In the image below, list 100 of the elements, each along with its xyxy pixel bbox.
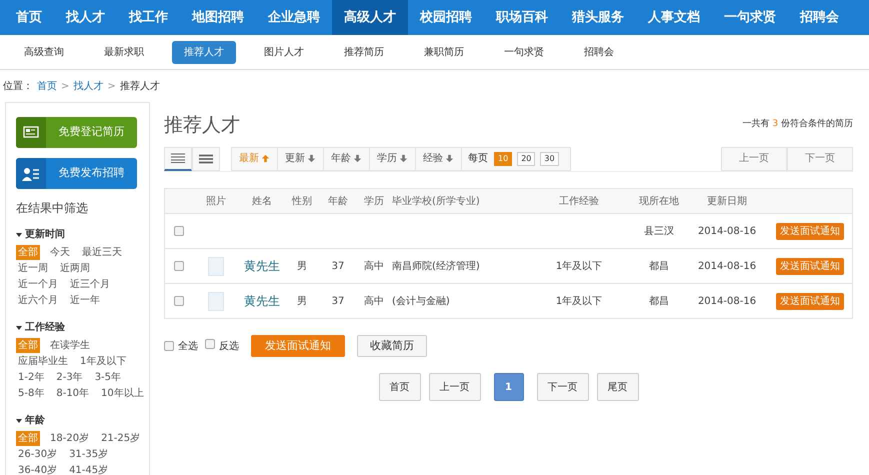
filter-option[interactable]: 18-20岁 [48,430,92,446]
filter-option[interactable]: 8-10年 [54,386,92,400]
filter-group-title: 更新时间 [25,227,65,242]
nav-tab[interactable]: 校园招聘 [408,0,484,35]
nav-tab[interactable]: 找工作 [117,0,180,35]
breadcrumb-separator: > [107,80,116,94]
filter-option[interactable]: 5-8年 [16,386,46,400]
table-cell-text: (会计与金融) [392,294,451,308]
sub-nav-tab[interactable]: 图片人才 [252,40,316,64]
column-header: 现所在地 [638,194,680,208]
table-cell-text: 都昌 [648,260,670,274]
checkbox[interactable] [174,226,184,236]
table-cell-text: 男 [296,294,308,308]
pagination-button[interactable]: 下一页 [536,373,588,401]
filter-option[interactable]: 应届毕业生 [16,354,70,368]
per-page-label: 每页 [467,152,489,166]
result-count: 一共有 3 份符合条件的简历 [742,118,853,132]
column-header: 年龄 [327,194,349,208]
filter-option[interactable]: 近三个月 [68,276,112,292]
filter-option[interactable]: 1年及以下 [78,354,128,368]
view-toggle-button[interactable] [192,146,220,170]
filter-option[interactable]: 41-45岁 [67,462,110,475]
post-job-button[interactable]: 免费发布招聘 [16,158,137,189]
document-icon [23,126,39,140]
nav-tab[interactable]: 高级人才 [332,0,408,35]
checkbox[interactable] [174,261,184,271]
down-arrow-icon [353,154,362,163]
filter-option[interactable]: 近两周 [58,260,92,276]
down-arrow-icon [399,154,408,163]
table-cell-text: 37 [330,260,346,274]
filter-option[interactable]: 26-30岁 [16,446,60,462]
candidate-name-link[interactable]: 黄先生 [244,259,280,273]
list-icon [171,153,185,163]
table-cell-text: 2014-08-16 [696,224,758,238]
table-cell-text: 1年及以下 [554,260,604,274]
sort-button[interactable]: 更新 [278,148,324,170]
page-size-option[interactable]: 20 [517,152,536,166]
column-header: 更新日期 [706,194,748,208]
sub-nav-tab[interactable]: 兼职简历 [412,40,476,64]
filter-option[interactable]: 近一个月 [16,276,60,292]
filter-option[interactable]: 在读学生 [48,338,92,352]
filter-option[interactable]: 2-3年 [54,370,85,384]
view-toggle-button[interactable] [164,146,192,170]
filter-option[interactable]: 3-5年 [92,370,124,384]
filter-option[interactable]: 近六个月 [16,292,60,308]
breadcrumb-label: 位置： [3,80,33,94]
breadcrumb-link[interactable]: 首页 [37,78,57,94]
table-cell-text: 2014-08-16 [696,294,758,308]
nav-tab[interactable]: 企业急聘 [256,0,332,35]
filter-option[interactable]: 今天 [48,244,72,260]
sort-button[interactable]: 学历 [370,148,416,170]
column-header: 姓名 [251,194,273,208]
sort-button[interactable]: 年龄 [324,148,370,170]
checkbox[interactable] [205,338,215,348]
filter-option[interactable]: 最近三天 [80,244,124,260]
filter-option[interactable]: 31-35岁 [67,446,110,462]
nav-tab[interactable]: 猎头服务 [560,0,636,35]
next-page-button[interactable]: 下一页 [787,146,853,170]
checkbox[interactable] [174,296,184,306]
table-cell-text: 1年及以下 [554,294,604,308]
nav-tab[interactable]: 地图招聘 [180,0,256,35]
previous-page-button[interactable]: 上一页 [721,146,787,170]
save-resume-button[interactable]: 收藏简历 [357,335,427,357]
breadcrumb-link[interactable]: 找人才 [73,78,104,94]
pagination-button[interactable]: 上一页 [428,373,480,401]
table-cell-text: 南昌师院(经济管理) [392,260,481,274]
pagination-button[interactable]: 尾页 [596,373,638,401]
nav-tab[interactable]: 职场百科 [484,0,560,35]
filter-group-title: 工作经验 [25,320,65,335]
table-cell-text: 都昌 [648,294,670,308]
filter-option[interactable]: 近一周 [16,260,50,276]
column-header: 性别 [290,194,313,208]
sub-nav-tab[interactable]: 推荐人才 [172,40,236,64]
table-cell-text: 男 [296,260,308,274]
down-arrow-icon [307,154,316,163]
menu-icon [199,154,213,164]
checkbox[interactable] [164,341,174,351]
nav-tab[interactable]: 一句求贤 [712,0,788,35]
pagination-button[interactable]: 首页 [378,373,420,401]
nav-tab[interactable]: 人事文档 [636,0,712,35]
sub-nav-tab[interactable]: 推荐简历 [332,40,396,64]
filter-option[interactable]: 21-25岁 [99,430,142,446]
nav-tab[interactable]: 首页 [4,0,54,35]
nav-tab[interactable]: 找人才 [54,0,117,35]
up-arrow-icon [261,154,270,163]
sub-nav-tab[interactable]: 最新求职 [92,40,156,64]
nav-tab[interactable]: 招聘会 [788,0,851,35]
filter-option[interactable]: 近一年 [68,292,102,308]
filter-option[interactable]: 36-40岁 [16,462,60,475]
person-list-icon [22,166,40,180]
page-size-option[interactable]: 30 [540,152,559,166]
filter-option[interactable]: 10年以上 [99,386,146,400]
sub-nav-tab[interactable]: 一句求贤 [492,40,556,64]
filter-title: 在结果中筛选 [16,200,89,217]
sub-nav-tab[interactable]: 高级查询 [12,40,76,64]
caret-icon [16,232,22,236]
sort-button[interactable]: 经验 [416,148,462,170]
filter-option[interactable]: 1-2年 [16,370,46,384]
candidate-name-link[interactable]: 黄先生 [244,294,280,308]
sub-nav-tab[interactable]: 招聘会 [572,40,626,64]
